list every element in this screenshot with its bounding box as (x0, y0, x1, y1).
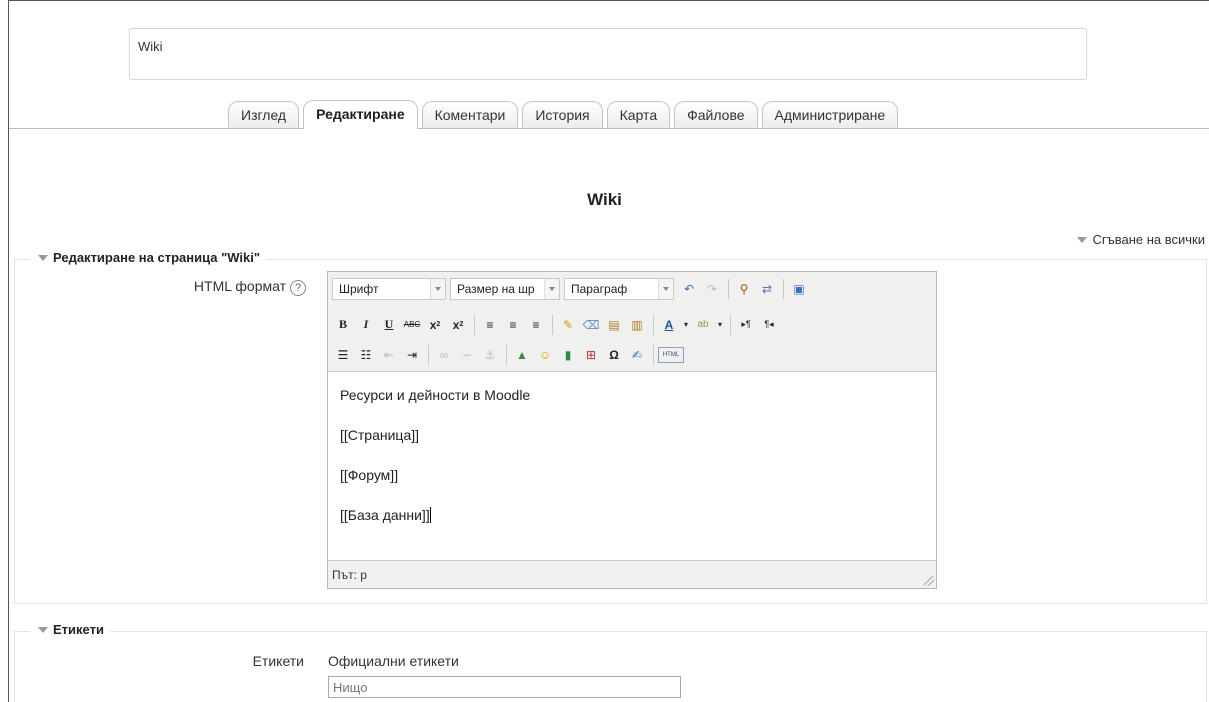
tab-administration[interactable]: Администриране (761, 101, 899, 128)
html-format-label-text: HTML формат (193, 278, 286, 294)
toolbar-row-2: B I U ABC x2 x2 ≡ ≡ ≡ ✎ ⌫ ▤ ▥ A ▾ ab ▾ ▸… (332, 312, 781, 337)
resize-handle-icon[interactable] (924, 576, 934, 586)
table-icon[interactable]: ⊞ (580, 344, 602, 366)
chevron-down-icon[interactable]: ▾ (681, 314, 691, 336)
font-family-value: Шрифт (339, 281, 379, 296)
media-icon[interactable]: ▮ (557, 344, 579, 366)
html-editor: Шрифт Размер на шр Параграф ↶ ↷ ⚲ ⇄ ▣ B … (327, 271, 937, 589)
triangle-down-icon (38, 627, 48, 633)
toolbar-separator (653, 344, 654, 365)
strikethrough-icon[interactable]: ABC (401, 314, 423, 336)
anchor-icon[interactable]: ⚓ (479, 344, 501, 366)
official-tags-input[interactable] (328, 676, 681, 698)
chevron-down-icon (430, 278, 445, 299)
spellcheck-icon[interactable]: ✍ (626, 344, 648, 366)
special-char-icon[interactable]: Ω (603, 344, 625, 366)
triangle-down-icon (38, 255, 48, 261)
fullscreen-icon[interactable]: ▣ (788, 278, 810, 300)
tab-map[interactable]: Карта (606, 101, 671, 128)
text-color-icon[interactable]: A (658, 314, 680, 336)
outdent-icon[interactable]: ⇤ (378, 344, 400, 366)
align-right-icon[interactable]: ≡ (525, 314, 547, 336)
page-title: Wiki (587, 190, 622, 209)
toolbar-separator (474, 314, 475, 335)
font-size-dropdown[interactable]: Размер на шр (450, 277, 560, 300)
toolbar-separator (506, 344, 507, 365)
content-line: [[Страница]] (340, 427, 420, 443)
toolbar-separator (728, 278, 729, 299)
toolbar-row-3: ☰ ☷ ⇤ ⇥ ∞ ∽ ⚓ ▲ ☺ ▮ ⊞ Ω ✍ HTML (332, 342, 685, 367)
tags-section-title: Етикети (53, 622, 104, 637)
toolbar-separator (428, 344, 429, 365)
html-format-label: HTML формат? (100, 278, 306, 296)
chevron-down-icon[interactable]: ▾ (715, 314, 725, 336)
triangle-down-icon (1077, 237, 1088, 243)
paste-word-icon[interactable]: ▥ (626, 314, 648, 336)
edit-section-title: Редактиране на страница "Wiki" (53, 250, 261, 265)
edit-section-legend[interactable]: Редактиране на страница "Wiki" (30, 250, 267, 265)
tab-view[interactable]: Изглед (228, 101, 300, 128)
content-line: [[Форум]] (340, 467, 399, 483)
link-icon[interactable]: ∞ (433, 344, 455, 366)
tab-history[interactable]: История (522, 101, 603, 128)
content-line: [[База данни]] (340, 506, 924, 524)
content-line-text: [[База данни]] (340, 507, 430, 523)
chevron-down-icon (544, 278, 559, 299)
editor-content[interactable]: Ресурси и дейности в Moodle [[Страница]]… (328, 371, 936, 561)
text-cursor (429, 507, 431, 523)
emoticon-icon[interactable]: ☺ (534, 344, 556, 366)
intro-text: Wiki (138, 39, 163, 54)
tab-files[interactable]: Файлове (674, 101, 758, 128)
rtl-icon[interactable]: ¶◂ (758, 314, 780, 336)
italic-icon[interactable]: I (355, 314, 377, 336)
tags-section-legend[interactable]: Етикети (30, 622, 110, 637)
find-icon[interactable]: ⚲ (733, 278, 755, 300)
tags-label: Етикети (252, 653, 304, 669)
official-tags-label: Официални етикети (328, 653, 459, 669)
font-size-value: Размер на шр (457, 281, 535, 296)
help-icon[interactable]: ? (290, 280, 306, 296)
superscript-icon[interactable]: x2 (447, 314, 469, 336)
intro-box: Wiki (129, 28, 1087, 80)
editor-path-bar: Път: p (332, 568, 367, 582)
numbered-list-icon[interactable]: ☷ (355, 344, 377, 366)
format-dropdown[interactable]: Параграф (564, 277, 674, 300)
toolbar-separator (783, 278, 784, 299)
underline-icon[interactable]: U (378, 314, 400, 336)
ltr-icon[interactable]: ▸¶ (735, 314, 757, 336)
toolbar-row-1: Шрифт Размер на шр Параграф ↶ ↷ ⚲ ⇄ ▣ (332, 276, 811, 301)
align-left-icon[interactable]: ≡ (479, 314, 501, 336)
subscript-icon[interactable]: x2 (424, 314, 446, 336)
content-line: Ресурси и дейности в Moodle (340, 387, 531, 403)
redo-icon[interactable]: ↷ (701, 278, 723, 300)
remove-format-icon[interactable]: ⌫ (580, 314, 602, 336)
paste-text-icon[interactable]: ▤ (603, 314, 625, 336)
tab-bar: Изглед Редактиране Коментари История Кар… (228, 100, 902, 129)
tab-edit[interactable]: Редактиране (303, 100, 418, 129)
replace-icon[interactable]: ⇄ (756, 278, 778, 300)
indent-icon[interactable]: ⇥ (401, 344, 423, 366)
cleanup-icon[interactable]: ✎ (557, 314, 579, 336)
image-icon[interactable]: ▲ (511, 344, 533, 366)
highlight-color-icon[interactable]: ab (692, 314, 714, 336)
unlink-icon[interactable]: ∽ (456, 344, 478, 366)
toolbar-separator (552, 314, 553, 335)
font-family-dropdown[interactable]: Шрифт (332, 277, 446, 300)
tab-comments[interactable]: Коментари (421, 101, 519, 128)
toolbar-separator (653, 314, 654, 335)
format-value: Параграф (571, 281, 628, 296)
html-source-icon[interactable]: HTML (658, 346, 684, 363)
bold-icon[interactable]: B (332, 314, 354, 336)
chevron-down-icon (658, 278, 673, 299)
align-center-icon[interactable]: ≡ (502, 314, 524, 336)
undo-icon[interactable]: ↶ (678, 278, 700, 300)
collapse-all-link[interactable]: Сгъване на всички (1077, 232, 1205, 247)
toolbar-separator (730, 314, 731, 335)
collapse-all-label: Сгъване на всички (1092, 232, 1205, 247)
bullet-list-icon[interactable]: ☰ (332, 344, 354, 366)
